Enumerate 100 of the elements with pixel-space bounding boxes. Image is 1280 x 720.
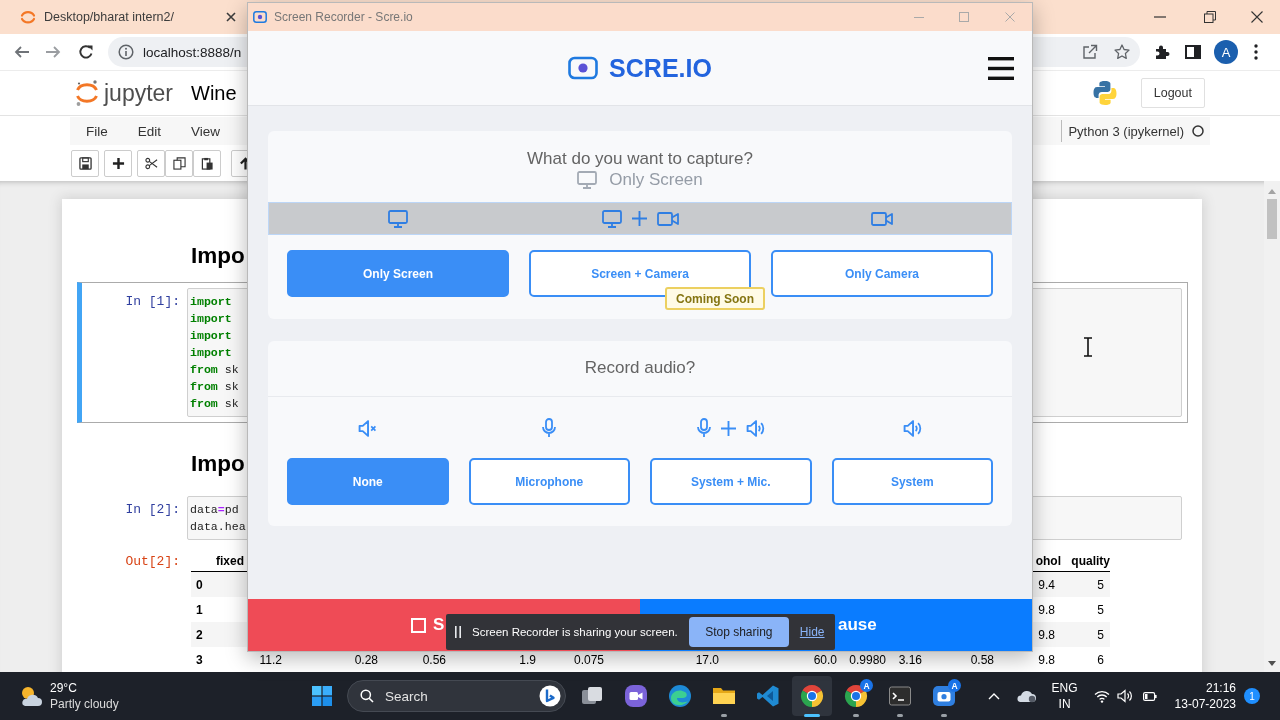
table-value: 0.56: [422, 652, 446, 667]
column-header: fixed: [216, 554, 244, 568]
row-index: 0: [196, 577, 203, 592]
jupyter-logo-icon[interactable]: [75, 79, 99, 107]
code-line: import: [190, 328, 232, 344]
table-value: 60.0: [813, 652, 837, 667]
side-panel-icon[interactable]: [1185, 44, 1201, 60]
menu-item[interactable]: File: [86, 123, 108, 139]
section-question: Record audio?: [584, 358, 696, 378]
python-logo-icon: [1091, 80, 1118, 106]
share-icon[interactable]: [1082, 44, 1098, 60]
save-button[interactable]: [71, 150, 99, 177]
video-camera-icon: [871, 210, 893, 227]
more-menu-icon[interactable]: [1254, 44, 1258, 60]
chevron-up-icon[interactable]: [987, 692, 1000, 700]
start-icon[interactable]: [312, 686, 332, 706]
search-field[interactable]: Search: [385, 686, 539, 706]
save-icon: [78, 157, 92, 170]
menu-item[interactable]: Edit: [137, 123, 162, 139]
option-button[interactable]: None: [287, 458, 449, 505]
option-button[interactable]: Microphone: [468, 458, 630, 505]
cut-button[interactable]: [137, 150, 165, 177]
input-prompt: In [1]:: [125, 293, 180, 310]
close-tab-icon[interactable]: [226, 12, 236, 22]
table-value: 9.4: [1038, 577, 1055, 592]
menu-icon[interactable]: [988, 56, 1014, 80]
table-value: 3.16: [898, 652, 922, 667]
section-heading: Impo: [191, 242, 245, 270]
taskbar-button[interactable]: [792, 676, 832, 716]
option-button[interactable]: System: [831, 458, 993, 505]
coming-soon-badge: Coming Soon: [665, 287, 765, 310]
table-value: 9.8: [1038, 652, 1055, 667]
notification-badge[interactable]: 1: [1244, 688, 1260, 704]
scrollbar-thumb[interactable]: [1267, 199, 1277, 239]
search-box[interactable]: Search: [347, 680, 566, 712]
table-value: 0.9980: [849, 652, 886, 667]
taskbar-button[interactable]: A: [836, 676, 876, 716]
scroll-down-arrow-icon[interactable]: [1268, 661, 1276, 666]
restore-icon[interactable]: [1204, 11, 1216, 23]
monitor-icon: [388, 209, 408, 228]
jupyter-wordmark: jupyter: [104, 79, 174, 107]
window-title: Screen Recorder - Scre.io: [274, 10, 413, 24]
option-button[interactable]: System + Mic.: [650, 458, 812, 505]
profile-avatar[interactable]: A: [1214, 40, 1238, 64]
battery-icon[interactable]: [1142, 691, 1157, 701]
clock-time[interactable]: 21:16: [1205, 680, 1236, 696]
copy-icon: [172, 157, 186, 170]
microphone-icon: [542, 418, 557, 438]
code-line: data=pd: [190, 502, 239, 518]
grip-icon[interactable]: [455, 626, 461, 638]
cloud-icon[interactable]: [1014, 689, 1037, 703]
chat-assistant-icon[interactable]: [539, 685, 561, 707]
hide-link[interactable]: Hide: [799, 625, 825, 639]
reload-icon[interactable]: [78, 44, 94, 60]
info-icon[interactable]: [118, 44, 134, 60]
code-line: from sk: [190, 379, 239, 395]
clock-date[interactable]: 13-07-2023: [1174, 696, 1236, 712]
menu-item[interactable]: View: [191, 123, 221, 139]
copy-button[interactable]: [165, 150, 193, 177]
input-language[interactable]: ENG: [1051, 680, 1078, 696]
option-button[interactable]: Only Camera: [771, 250, 993, 297]
logout-button[interactable]: Logout: [1140, 78, 1205, 108]
table-value: 6: [1097, 652, 1104, 667]
weather-temperature[interactable]: 29°C: [50, 680, 77, 696]
profile-badge: A: [860, 679, 873, 692]
volume-icon[interactable]: [1116, 689, 1133, 703]
code-line: from sk: [190, 362, 239, 378]
section-heading: Impo: [191, 450, 245, 478]
section-question: What do you want to capture?: [527, 149, 753, 169]
monitor-icon: [577, 171, 598, 189]
jupyter-logo-icon: [20, 9, 36, 25]
option-button[interactable]: Only Screen: [287, 250, 509, 297]
partly-cloudy-icon[interactable]: [19, 685, 43, 707]
back-arrow-icon[interactable]: [14, 44, 30, 60]
puzzle-piece-icon[interactable]: [1154, 44, 1170, 60]
browser-tab[interactable]: Desktop/bharat intern2/: [8, 0, 245, 34]
browser-icon: [844, 684, 868, 708]
wifi-icon[interactable]: [1093, 689, 1110, 703]
input-region[interactable]: IN: [1058, 696, 1071, 712]
scrollbar[interactable]: [1264, 181, 1280, 672]
column-header: quality: [1071, 554, 1110, 568]
code-line: import: [190, 294, 232, 310]
camera-app-icon: [932, 684, 956, 708]
paste-button[interactable]: [193, 150, 221, 177]
video-camera-icon: [656, 210, 679, 227]
clipboard-icon: [200, 157, 214, 170]
table-value: 11.2: [259, 652, 282, 667]
insert-cell-button[interactable]: [104, 150, 132, 177]
forward-arrow-icon[interactable]: [45, 44, 61, 60]
bookmark-star-icon[interactable]: [1114, 44, 1130, 60]
weather-condition[interactable]: Partly cloudy: [50, 696, 119, 712]
plus-icon: [111, 157, 125, 170]
close-icon[interactable]: [1251, 11, 1263, 23]
stop-sharing-button[interactable]: Stop sharing: [688, 617, 789, 647]
taskbar-button[interactable]: A: [924, 676, 964, 716]
kernel-name: Python 3 (ipykernel): [1068, 123, 1184, 139]
notebook-title[interactable]: Wine: [191, 81, 237, 105]
table-value: 9.8: [1038, 602, 1055, 617]
profile-badge: A: [948, 679, 961, 692]
square-icon: [411, 617, 426, 633]
